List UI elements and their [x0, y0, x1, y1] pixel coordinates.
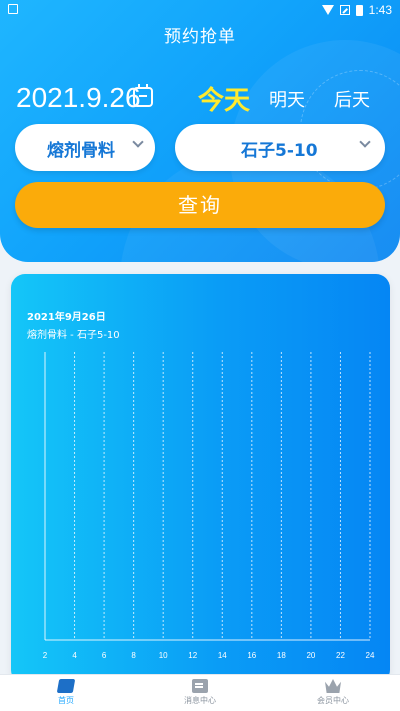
chevron-down-icon — [132, 136, 144, 148]
status-bar: 1:43 — [0, 0, 400, 20]
x-tick-label: 6 — [102, 651, 107, 660]
tab-tomorrow[interactable]: 明天 — [269, 86, 305, 112]
date-display[interactable]: 2021.9.26 — [16, 82, 141, 114]
x-tick-label: 18 — [277, 651, 286, 660]
chevron-down-icon — [359, 136, 371, 148]
tab-membership[interactable]: 会员中心 — [293, 679, 373, 706]
spec-select-value: 石子5-10 — [241, 141, 318, 161]
crown-icon — [325, 679, 341, 693]
chart-card: 2021年9月26日 熔剂骨料 - 石子5-10 2 4 6 8 10 12 14 16 18 2… — [11, 274, 390, 684]
calendar-icon[interactable] — [133, 84, 153, 107]
tab-today[interactable]: 今天 — [198, 80, 250, 117]
x-tick-label: 2 — [43, 651, 48, 660]
query-button[interactable]: 查询 — [15, 182, 385, 228]
chart-plot: 2 4 6 8 10 12 14 16 18 20 22 24 — [43, 352, 375, 660]
gallery-icon — [8, 4, 18, 14]
x-tick-label: 4 — [72, 651, 77, 660]
page-title: 预约抢单 — [164, 27, 236, 47]
home-icon — [56, 679, 76, 693]
message-icon — [192, 679, 208, 693]
header: 1:43 预约抢单 2021.9.26 今天 明天 后天 熔剂骨料 石子5-10… — [0, 0, 400, 262]
x-tick-label: 24 — [366, 651, 375, 660]
tab-day-after-tomorrow[interactable]: 后天 — [334, 86, 370, 112]
status-time: 1:43 — [368, 3, 392, 17]
x-tick-label: 10 — [159, 651, 168, 660]
spec-select[interactable]: 石子5-10 — [175, 124, 385, 171]
material-select-value: 熔剂骨料 — [47, 141, 115, 161]
wifi-icon — [321, 5, 334, 15]
material-select[interactable]: 熔剂骨料 — [15, 124, 155, 171]
x-tick-label: 14 — [218, 651, 227, 660]
tab-home-label: 首页 — [58, 696, 74, 705]
tab-messages[interactable]: 消息中心 — [160, 679, 240, 706]
x-tick-label: 8 — [131, 651, 136, 660]
tab-membership-label: 会员中心 — [317, 696, 349, 705]
x-tick-label: 16 — [247, 651, 256, 660]
x-tick-label: 12 — [188, 651, 197, 660]
x-tick-label: 22 — [336, 651, 345, 660]
tab-home[interactable]: 首页 — [26, 679, 106, 706]
battery-icon — [355, 4, 363, 16]
tab-messages-label: 消息中心 — [184, 696, 216, 705]
bottom-tab-bar: 首页 消息中心 会员中心 — [0, 674, 400, 711]
x-tick-label: 20 — [306, 651, 315, 660]
no-sim-icon — [339, 5, 350, 15]
